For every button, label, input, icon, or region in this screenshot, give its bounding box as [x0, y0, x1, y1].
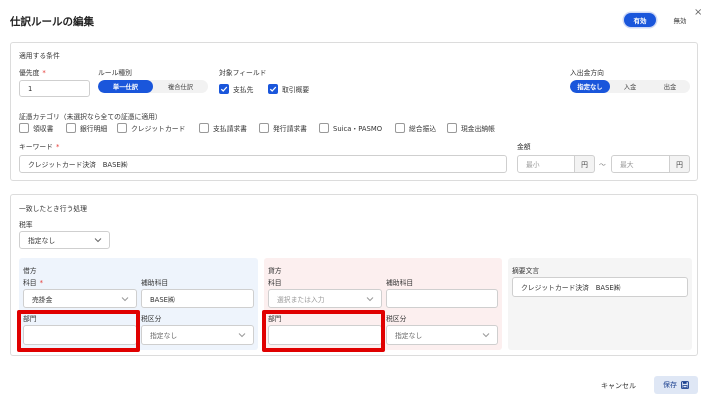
debit-title: 借方 [23, 267, 37, 275]
keyword-input[interactable]: クレジットカード決済 BASE㈱ [19, 155, 507, 173]
memo-input[interactable]: クレジットカード決済 BASE㈱ [512, 277, 688, 297]
direction-label: 入出金方向 [570, 69, 604, 77]
category-suica[interactable]: Suica・PASMO [319, 123, 382, 133]
tax-rate-label: 税率 [19, 221, 33, 229]
debit-account-select[interactable]: 売掛金 [23, 289, 137, 308]
checkbox-checked-icon [219, 84, 229, 94]
chevron-down-icon [238, 333, 246, 338]
conditions-section-title: 適用する条件 [19, 52, 60, 60]
debit-tax-label: 税区分 [141, 315, 162, 323]
category-credit-card[interactable]: クレジットカード [117, 123, 185, 133]
checkbox-icon [447, 123, 457, 133]
categories-label: 証憑カテゴリ（未選択なら全ての証憑に適用） [19, 113, 162, 121]
chevron-down-icon [482, 333, 490, 338]
checkbox-icon [395, 123, 405, 133]
rule-type-compound[interactable]: 複合仕訳 [153, 80, 208, 93]
checkbox-icon [259, 123, 269, 133]
memo-label: 摘要文言 [512, 267, 540, 275]
credit-dept-highlight [262, 310, 385, 352]
checkbox-icon [199, 123, 209, 133]
chevron-down-icon [94, 238, 102, 243]
debit-dept-highlight [17, 310, 140, 352]
close-icon[interactable]: × [694, 7, 702, 18]
save-button[interactable]: 保存 [654, 376, 698, 394]
credit-sub-label: 補助科目 [386, 279, 414, 287]
category-bulk-transfer[interactable]: 総合振込 [395, 123, 436, 133]
checkbox-icon [117, 123, 127, 133]
direction-out[interactable]: 出金 [650, 80, 690, 93]
category-receipt[interactable]: 領収書 [19, 123, 53, 133]
category-bank[interactable]: 銀行明細 [66, 123, 107, 133]
debit-sub-label: 補助科目 [141, 279, 169, 287]
credit-title: 貸方 [268, 267, 282, 275]
checkbox-icon [19, 123, 29, 133]
checkbox-checked-icon [268, 84, 278, 94]
credit-tax-select[interactable]: 指定なし [386, 325, 498, 345]
rule-type-label: ルール種別 [98, 69, 132, 77]
actions-section-title: 一致したとき行う処理 [19, 205, 87, 213]
category-issued-invoice[interactable]: 発行請求書 [259, 123, 307, 133]
debit-sub-input[interactable]: BASE㈱ [141, 289, 254, 308]
direction-none[interactable]: 指定なし [570, 80, 610, 93]
priority-label: 優先度 * [19, 69, 46, 77]
amount-label: 金額 [517, 143, 531, 151]
category-payable-invoice[interactable]: 支払請求書 [199, 123, 247, 133]
chevron-down-icon [366, 296, 374, 301]
amount-max-unit: 円 [670, 155, 690, 173]
cancel-button[interactable]: キャンセル [601, 381, 636, 391]
credit-tax-label: 税区分 [386, 315, 407, 323]
debit-account-label: 科目 * [23, 279, 43, 287]
amount-max-input[interactable]: 最大 [611, 155, 670, 173]
status-disabled-toggle[interactable]: 無効 [668, 13, 692, 27]
direction-in[interactable]: 入金 [610, 80, 650, 93]
direction-segmented: 指定なし 入金 出金 [570, 80, 690, 93]
amount-separator: 〜 [599, 161, 606, 169]
checkbox-icon [66, 123, 76, 133]
page-title: 仕訳ルールの編集 [10, 16, 94, 28]
debit-tax-select[interactable]: 指定なし [141, 325, 254, 345]
category-cash-book[interactable]: 現金出納帳 [447, 123, 495, 133]
tax-rate-select[interactable]: 指定なし [19, 231, 110, 249]
credit-account-select[interactable]: 選択または入力 [268, 289, 382, 308]
keyword-label: キーワード * [19, 143, 60, 151]
rule-type-segmented: 単一仕訳 複合仕訳 [98, 80, 208, 93]
amount-min-unit: 円 [575, 155, 595, 173]
rule-type-single[interactable]: 単一仕訳 [98, 80, 153, 93]
target-field-summary[interactable]: 取引概要 [268, 84, 309, 94]
status-enabled-toggle[interactable]: 有効 [624, 13, 656, 27]
chevron-down-icon [121, 296, 129, 301]
credit-sub-input[interactable] [386, 289, 498, 308]
priority-input[interactable]: 1 [19, 80, 90, 97]
credit-account-label: 科目 [268, 279, 282, 287]
target-fields-label: 対象フィールド [219, 69, 267, 77]
floppy-disk-icon [681, 381, 689, 389]
amount-min-input[interactable]: 最小 [517, 155, 575, 173]
target-field-payee[interactable]: 支払先 [219, 84, 253, 94]
checkbox-icon [319, 123, 329, 133]
